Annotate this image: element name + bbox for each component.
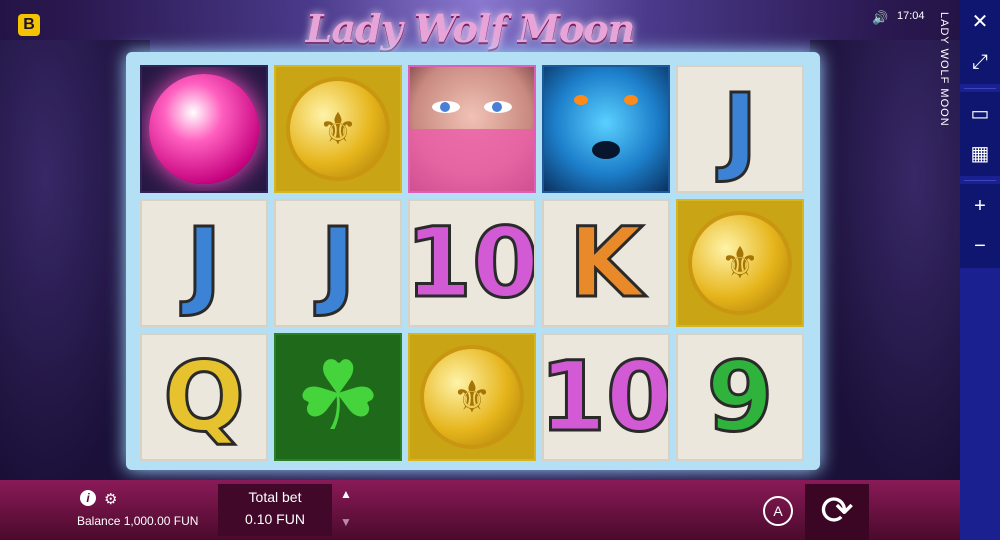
bet-increase-icon[interactable]: ▲: [340, 487, 352, 501]
game-title: Lady Wolf Moon: [305, 6, 636, 51]
letter-q: Q: [162, 341, 247, 453]
symbol-coin: ⚜: [274, 65, 402, 193]
letter-j: J: [721, 73, 760, 185]
symbol-ten: 10: [542, 333, 670, 461]
coin-icon: ⚜: [420, 345, 524, 449]
reel-grid: ⚜ J J J 10 K ⚜ Q ☘ ⚜ 10 9: [140, 65, 808, 465]
symbol-lady: [408, 65, 536, 193]
total-bet-label: Total bet: [248, 489, 302, 505]
symbol-ten: 10: [408, 199, 536, 327]
symbol-wolf: [542, 65, 670, 193]
balance: Balance 1,000.00 FUN: [77, 514, 199, 528]
plus-icon[interactable]: +: [960, 184, 1000, 228]
multi-view-icon[interactable]: ▦: [960, 132, 1000, 176]
gear-icon[interactable]: ⚙: [104, 490, 117, 508]
minus-icon[interactable]: −: [960, 224, 1000, 268]
pink-orb-icon: [149, 74, 259, 184]
symbol-j: J: [676, 65, 804, 193]
side-game-title: LADY WOLF MOON: [938, 12, 950, 127]
clock: 17:04: [897, 10, 925, 22]
close-icon[interactable]: ✕: [960, 0, 1000, 44]
letter-k: K: [567, 207, 644, 319]
symbol-j: J: [140, 199, 268, 327]
clover-icon: ☘: [294, 343, 382, 450]
total-bet-box: Total bet 0.10 FUN: [218, 484, 332, 536]
symbol-coin: ⚜: [676, 199, 804, 327]
sidebar-divider: [964, 88, 996, 89]
single-view-icon[interactable]: ▭: [960, 92, 1000, 136]
symbol-clover: ☘: [274, 333, 402, 461]
letter-j: J: [185, 207, 224, 319]
letter-ten: 10: [408, 207, 536, 319]
info-icon[interactable]: i: [80, 490, 96, 506]
symbol-coin: ⚜: [408, 333, 536, 461]
sidebar: ✕ ⤢ ▭ ▦ + −: [960, 0, 1000, 540]
symbol-j: J: [274, 199, 402, 327]
coin-icon: ⚜: [688, 211, 792, 315]
lady-icon: [410, 67, 534, 191]
bet-decrease-icon[interactable]: ▼: [340, 515, 352, 529]
letter-ten: 10: [542, 341, 670, 453]
spin-button[interactable]: ⟳: [805, 484, 869, 540]
wolf-icon: [544, 67, 668, 191]
symbol-nine: 9: [676, 333, 804, 461]
sound-icon[interactable]: 🔊: [872, 10, 888, 26]
symbol-orb: [140, 65, 268, 193]
letter-nine: 9: [705, 341, 775, 453]
autoplay-button[interactable]: A: [763, 496, 793, 526]
letter-j: J: [319, 207, 358, 319]
brand-logo[interactable]: B: [18, 14, 40, 36]
coin-icon: ⚜: [286, 77, 390, 181]
fullscreen-icon[interactable]: ⤢: [960, 40, 1000, 84]
total-bet-value: 0.10 FUN: [245, 511, 305, 527]
game-area: B Lady Wolf Moon 🔊 17:04 LADY WOLF MOON …: [0, 0, 960, 540]
symbol-q: Q: [140, 333, 268, 461]
symbol-k: K: [542, 199, 670, 327]
sidebar-divider: [964, 180, 996, 181]
